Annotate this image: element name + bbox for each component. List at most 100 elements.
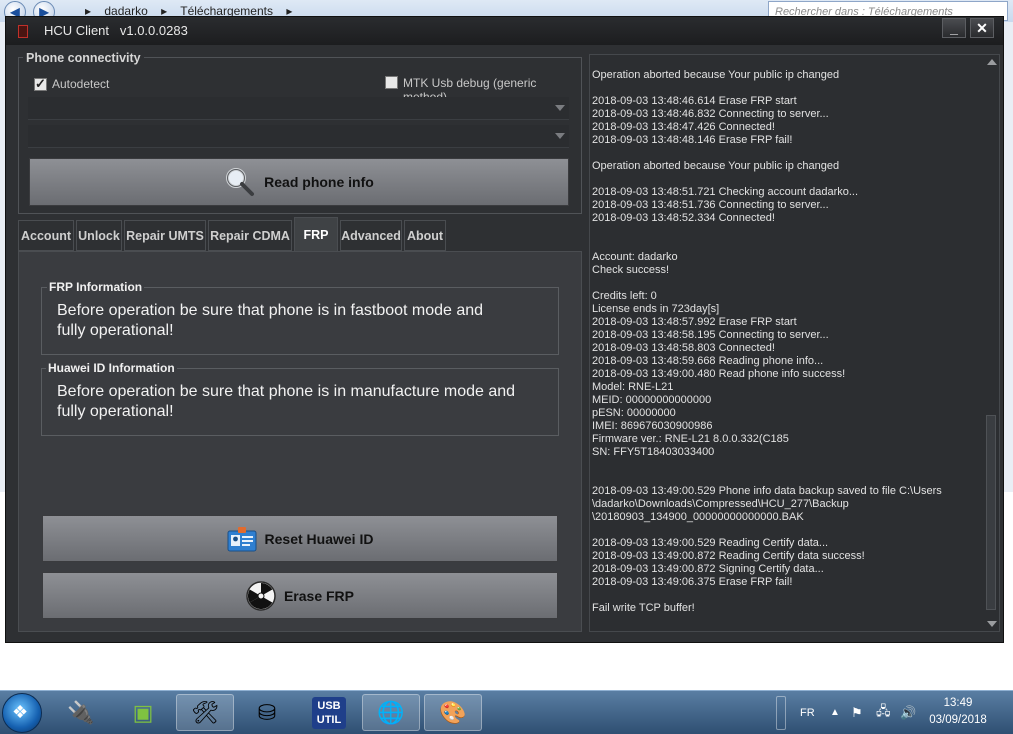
- log-line: Check success!: [592, 264, 670, 276]
- app-version: v1.0.0.0283: [119, 23, 188, 38]
- autodetect-checkbox[interactable]: [34, 76, 47, 92]
- log-line: SN: FFY5T18403033400: [592, 446, 715, 458]
- log-line: Account: dadarko: [592, 251, 678, 263]
- taskbar-android-app[interactable]: ▣: [114, 694, 172, 731]
- frp-tab-panel: Before operation be sure that phone is i…: [18, 251, 582, 632]
- window-title: HCU Client v1.0.0.0283: [44, 23, 188, 38]
- taskbar-hcu-client[interactable]: 🛠: [176, 694, 234, 731]
- frp-information-title: FRP Information: [47, 280, 145, 294]
- log-line: \20180903_134900_00000000000000.BAK: [592, 511, 804, 523]
- read-phone-info-label: Read phone info: [264, 174, 374, 190]
- device-select[interactable]: [28, 125, 569, 148]
- tab-frp[interactable]: FRP: [294, 217, 338, 252]
- frp-info-line2: fully operational!: [57, 322, 174, 339]
- log-line: IMEI: 869676030900986: [592, 420, 713, 432]
- huawei-id-info-line2: fully operational!: [57, 403, 174, 420]
- windows-logo-icon: ❖: [12, 702, 29, 722]
- log-line: 2018-09-03 13:49:00.529 Phone info data …: [592, 485, 942, 497]
- taskbar-paint-app[interactable]: 🎨: [424, 694, 482, 731]
- tab-account[interactable]: Account: [18, 220, 74, 251]
- magnifier-icon: [226, 168, 255, 196]
- tab-unlock[interactable]: Unlock: [76, 220, 122, 251]
- action-center-flag-icon[interactable]: ⚑: [851, 691, 863, 734]
- taskbar-network-app[interactable]: 🌐: [362, 694, 420, 731]
- clock[interactable]: 13:49 03/09/2018: [918, 695, 998, 729]
- usb-util-icon: USB UTIL: [312, 696, 346, 729]
- network-icon[interactable]: 🖧: [876, 691, 891, 734]
- log-panel[interactable]: Operation aborted because Your public ip…: [589, 54, 1000, 632]
- log-line: MEID: 00000000000000: [592, 394, 712, 406]
- title-bar[interactable]: HCU Client v1.0.0.0283 _ ✕: [6, 17, 1003, 45]
- language-indicator[interactable]: FR: [800, 691, 815, 734]
- log-scrollbar[interactable]: [983, 55, 999, 631]
- show-hidden-icons-button[interactable]: ▲: [830, 691, 840, 734]
- log-line: Operation aborted because Your public ip…: [592, 160, 840, 172]
- scroll-down-icon[interactable]: [987, 621, 997, 627]
- log-line: 2018-09-03 13:48:58.803 Connected!: [592, 342, 775, 354]
- minimize-button[interactable]: _: [942, 18, 966, 38]
- scroll-up-icon[interactable]: [987, 59, 997, 65]
- usb-util-text-2: UTIL: [316, 713, 342, 726]
- hard-drive-shield-icon: ⛁: [257, 699, 277, 725]
- volume-icon[interactable]: 🔊: [900, 691, 916, 734]
- chevron-down-icon: [555, 105, 565, 111]
- tab-repair-umts[interactable]: Repair UMTS: [124, 220, 206, 251]
- taskbar: ❖ 🔌 ▣ 🛠 ⛁ USB UTIL 🌐 🎨 FR ▲ ⚑ 🖧 🔊 13:49 …: [0, 690, 1013, 734]
- hcu-app-icon: 🛠: [191, 699, 219, 725]
- scrollbar-thumb[interactable]: [986, 415, 996, 610]
- log-line: Fail write TCP buffer!: [592, 602, 695, 614]
- log-line: 2018-09-03 13:49:00.872 Reading Certify …: [592, 550, 865, 562]
- tab-repair-cdma[interactable]: Repair CDMA: [208, 220, 292, 251]
- log-line: 2018-09-03 13:49:06.375 Erase FRP fail!: [592, 576, 793, 588]
- keyboard-layout-handle[interactable]: [776, 696, 786, 730]
- taskbar-drive-tool[interactable]: ⛁: [238, 694, 296, 731]
- reset-huawei-id-button[interactable]: Reset Huawei ID: [42, 515, 558, 562]
- log-line: 2018-09-03 13:48:51.721 Checking account…: [592, 186, 859, 198]
- log-line: 2018-09-03 13:48:46.614 Erase FRP start: [592, 95, 797, 107]
- erase-frp-label: Erase FRP: [283, 587, 355, 604]
- id-card-icon: [227, 526, 257, 551]
- erase-frp-button[interactable]: Erase FRP: [42, 572, 558, 619]
- log-line: Credits left: 0: [592, 290, 657, 302]
- read-phone-info-button[interactable]: Read phone info: [29, 158, 569, 206]
- huawei-id-information-title: Huawei ID Information: [46, 361, 177, 375]
- android-sdcard-icon: ▣: [132, 699, 154, 725]
- huawei-id-info-line1: Before operation be sure that phone is i…: [57, 383, 516, 400]
- tab-about[interactable]: About: [404, 220, 446, 251]
- frp-info-line1: Before operation be sure that phone is i…: [57, 302, 484, 319]
- frp-information-box: Before operation be sure that phone is i…: [41, 287, 559, 355]
- log-line: 2018-09-03 13:48:59.668 Reading phone in…: [592, 355, 824, 367]
- app-icon: [18, 25, 28, 38]
- log-line: 2018-09-03 13:48:51.736 Connecting to se…: [592, 199, 829, 211]
- app-name: HCU Client: [44, 23, 110, 38]
- taskbar-usb-plug-app[interactable]: 🔌: [52, 694, 110, 731]
- log-line: Firmware ver.: RNE-L21 8.0.0.332(C185: [592, 433, 789, 445]
- close-button[interactable]: ✕: [970, 18, 994, 38]
- log-line: 2018-09-03 13:49:00.872 Signing Certify …: [592, 563, 824, 575]
- clock-time: 13:49: [943, 697, 973, 709]
- taskbar-usb-util[interactable]: USB UTIL: [300, 694, 358, 731]
- explorer-right-edge: [1004, 22, 1013, 492]
- mtk-usb-debug-checkbox[interactable]: [385, 76, 398, 89]
- port-select[interactable]: [28, 97, 569, 120]
- chevron-down-icon: [555, 133, 565, 139]
- globe-arrow-icon: 🌐: [377, 699, 405, 725]
- start-button[interactable]: ❖: [2, 693, 42, 733]
- log-line: 2018-09-03 13:48:57.992 Erase FRP start: [592, 316, 797, 328]
- autodetect-label: Autodetect: [52, 77, 110, 91]
- hcu-client-window: HCU Client v1.0.0.0283 _ ✕ Phone connect…: [5, 16, 1004, 643]
- tab-advanced[interactable]: Advanced: [340, 220, 402, 251]
- log-line: 2018-09-03 13:48:48.146 Erase FRP fail!: [592, 134, 793, 146]
- log-line: Model: RNE-L21: [592, 381, 674, 393]
- clock-date: 03/09/2018: [929, 714, 987, 726]
- log-line: 2018-09-03 13:48:46.832 Connecting to se…: [592, 108, 829, 120]
